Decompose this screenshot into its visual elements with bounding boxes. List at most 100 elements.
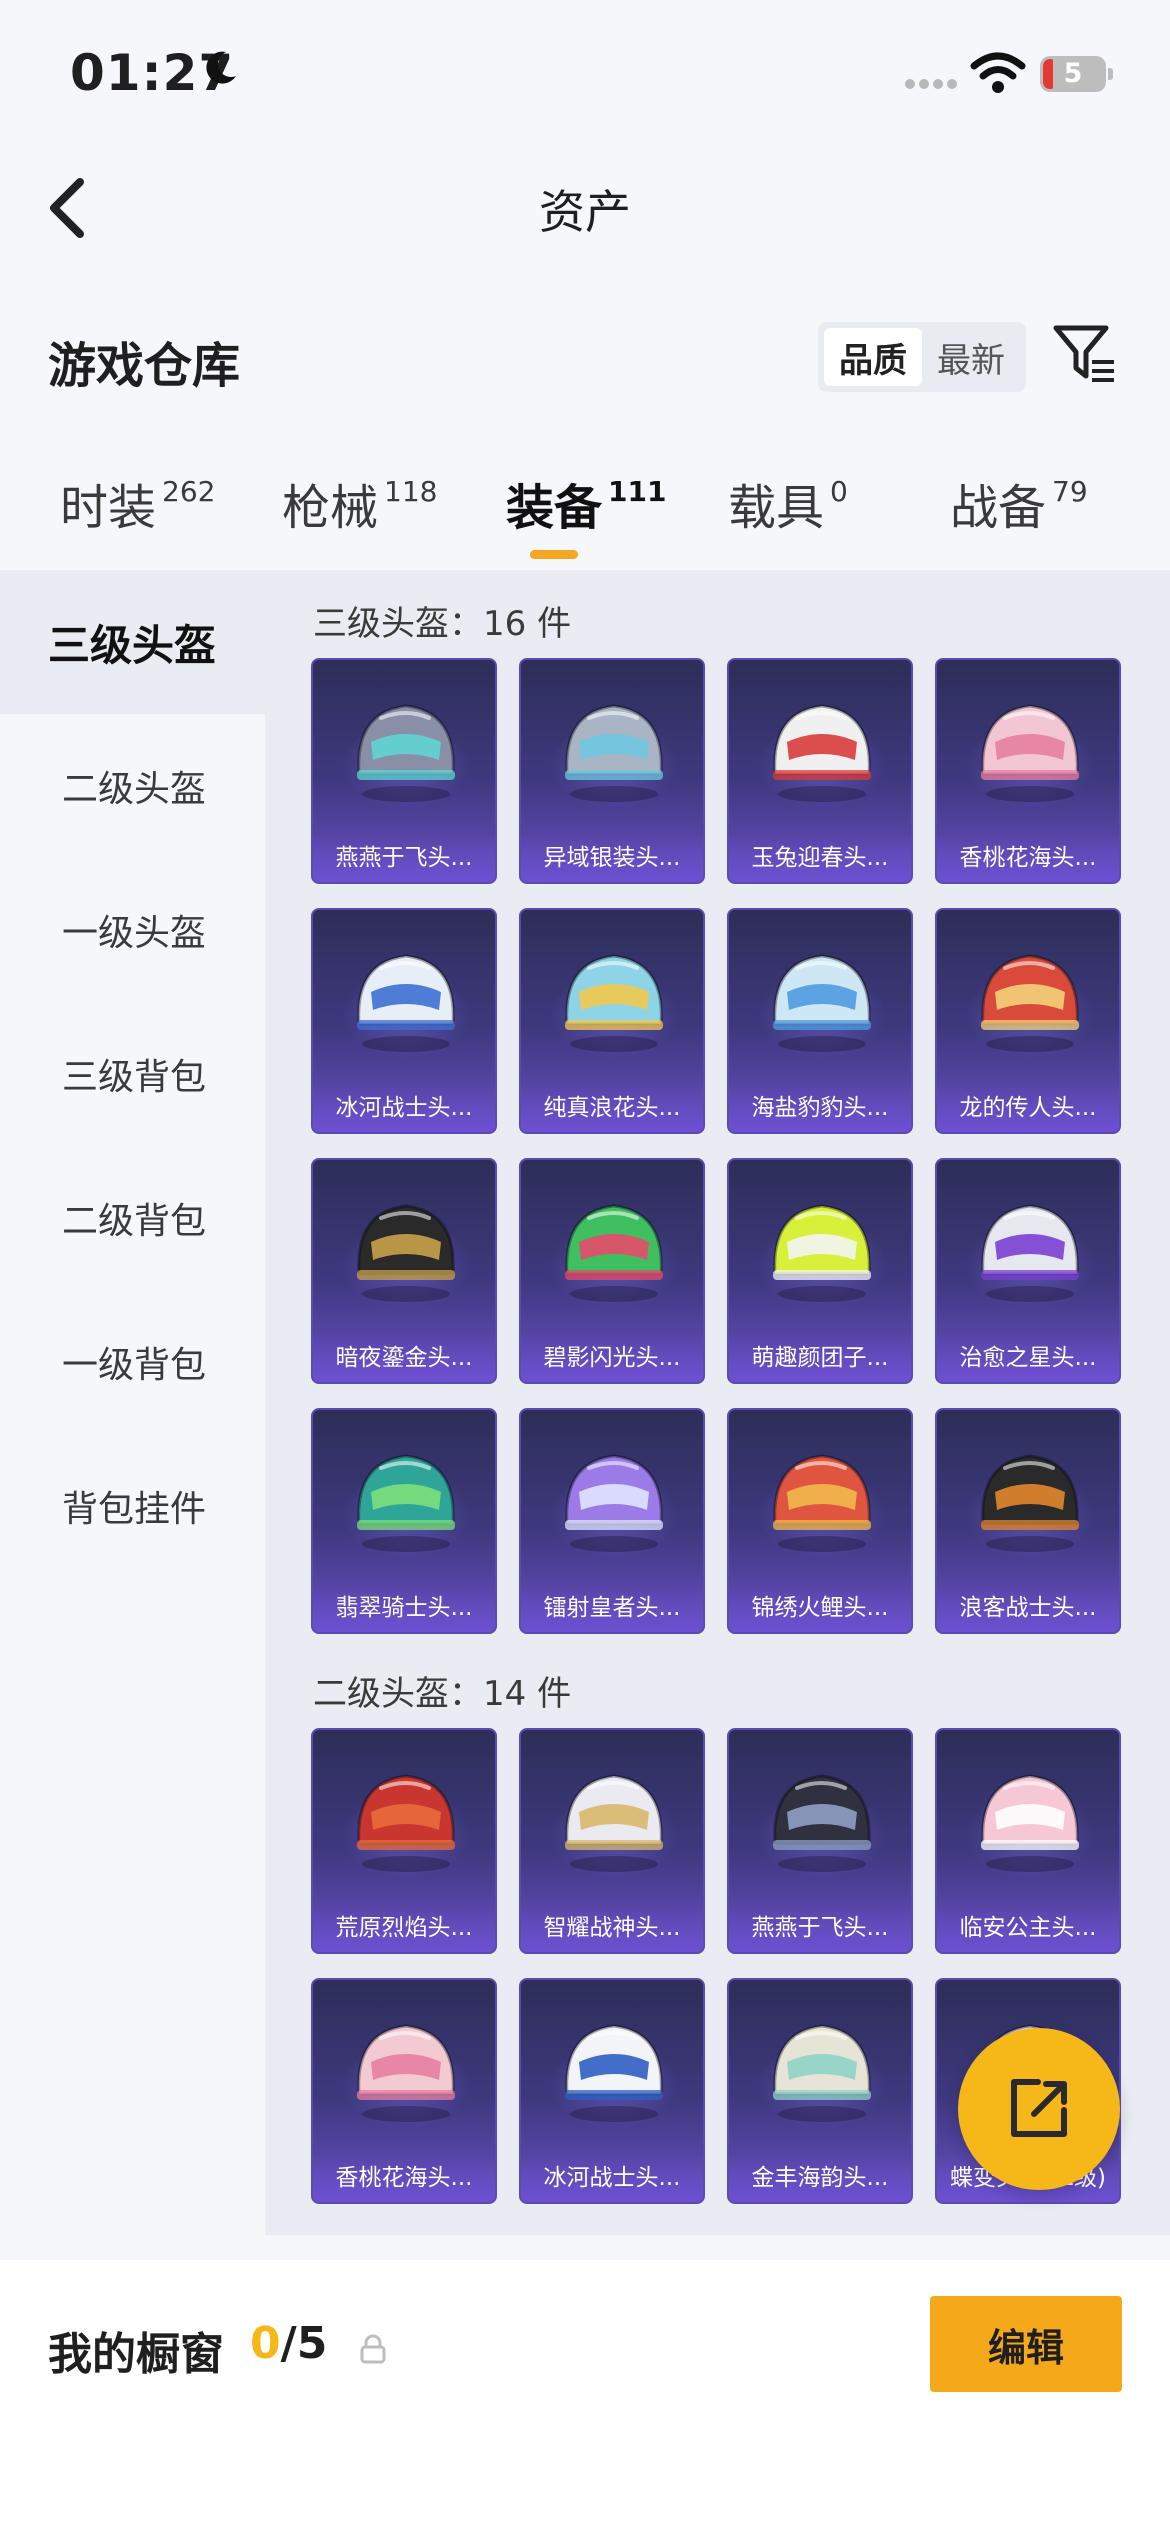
sidebar-item-level1-helmet[interactable]: 一级头盔 — [0, 858, 265, 1002]
sort-toggle: 品质 最新 — [818, 322, 1026, 392]
sidebar: 三级头盔 二级头盔 一级头盔 三级背包 二级背包 一级背包 背包挂件 — [0, 570, 265, 2235]
item-name: 龙的传人头... — [937, 1084, 1119, 1132]
helmet-icon — [357, 954, 455, 1052]
item-name: 镭射皇者头... — [521, 1584, 703, 1632]
item-card[interactable]: 冰河战士头... — [519, 1978, 705, 2204]
item-card[interactable]: 金丰海韵头... — [727, 1978, 913, 2204]
helmet-icon — [565, 704, 663, 802]
item-name: 燕燕于飞头... — [313, 834, 495, 882]
item-name: 治愈之星头... — [937, 1334, 1119, 1382]
helmet-icon — [357, 1454, 455, 1552]
item-name: 荒原烈焰头... — [313, 1904, 495, 1952]
item-card[interactable]: 龙的传人头... — [935, 908, 1121, 1134]
sidebar-item-level2-helmet[interactable]: 二级头盔 — [0, 714, 265, 858]
sort-newest-option[interactable]: 最新 — [922, 328, 1020, 386]
showcase-count: 0/5 — [250, 2318, 328, 2369]
item-card[interactable]: 治愈之星头... — [935, 1158, 1121, 1384]
item-name: 异域银装头... — [521, 834, 703, 882]
moon-icon — [206, 51, 236, 84]
tab-equipment[interactable]: 装备 111 — [506, 468, 666, 538]
sidebar-item-level1-backpack[interactable]: 一级背包 — [0, 1290, 265, 1434]
item-card[interactable]: 暗夜鎏金头... — [311, 1158, 497, 1384]
item-card[interactable]: 智耀战神头... — [519, 1728, 705, 1954]
item-card[interactable]: 临安公主头... — [935, 1728, 1121, 1954]
helmet-icon — [773, 1454, 871, 1552]
item-name: 智耀战神头... — [521, 1904, 703, 1952]
item-card[interactable]: 燕燕于飞头... — [727, 1728, 913, 1954]
helmet-icon — [357, 1204, 455, 1302]
tab-count: 0 — [830, 475, 848, 508]
helmet-icon — [981, 1454, 1079, 1552]
edit-button[interactable]: 编辑 — [930, 2296, 1122, 2392]
tab-count: 79 — [1052, 475, 1088, 508]
item-card[interactable]: 异域银装头... — [519, 658, 705, 884]
warehouse-heading: 游戏仓库 — [48, 338, 241, 394]
item-name: 金丰海韵头... — [729, 2154, 911, 2202]
item-name: 玉兔迎春头... — [729, 834, 911, 882]
filter-icon[interactable] — [1052, 322, 1118, 386]
item-card[interactable]: 纯真浪花头... — [519, 908, 705, 1134]
item-name: 翡翠骑士头... — [313, 1584, 495, 1632]
helmet-icon — [357, 2024, 455, 2122]
item-card[interactable]: 香桃花海头... — [311, 1978, 497, 2204]
battery-indicator: 5 — [1040, 56, 1113, 92]
content-area: 三级头盔 二级头盔 一级头盔 三级背包 二级背包 一级背包 背包挂件 三级头盔：… — [0, 570, 1170, 2235]
helmet-icon — [565, 2024, 663, 2122]
helmet-icon — [565, 1454, 663, 1552]
item-grid-panel: 三级头盔：16 件 燕燕于飞头... 异域银装头... 玉兔迎春头... 香桃花海头.… — [265, 570, 1170, 2235]
item-name: 香桃花海头... — [937, 834, 1119, 882]
tab-vehicles[interactable]: 载具 0 — [728, 468, 848, 538]
helmet-icon — [357, 704, 455, 802]
sidebar-item-level3-backpack[interactable]: 三级背包 — [0, 1002, 265, 1146]
helmet-icon — [981, 704, 1079, 802]
helmet-icon — [773, 2024, 871, 2122]
item-name: 燕燕于飞头... — [729, 1904, 911, 1952]
sidebar-item-backpack-charm[interactable]: 背包挂件 — [0, 1434, 265, 1578]
sidebar-item-level3-helmet[interactable]: 三级头盔 — [0, 570, 265, 714]
wifi-icon — [970, 52, 1026, 93]
item-name: 冰河战士头... — [521, 2154, 703, 2202]
item-card[interactable]: 荒原烈焰头... — [311, 1728, 497, 1954]
item-name: 萌趣颜团子... — [729, 1334, 911, 1382]
item-name: 浪客战士头... — [937, 1584, 1119, 1632]
item-name: 冰河战士头... — [313, 1084, 495, 1132]
page-title: 资产 — [539, 185, 631, 239]
tab-fashion[interactable]: 时装 262 — [60, 468, 215, 538]
cellular-signal-icon — [905, 79, 957, 89]
item-name: 香桃花海头... — [313, 2154, 495, 2202]
helmet-icon — [565, 954, 663, 1052]
item-name: 暗夜鎏金头... — [313, 1334, 495, 1382]
showcase-bar: 我的橱窗 0/5 编辑 — [0, 2260, 1170, 2532]
item-card[interactable]: 香桃花海头... — [935, 658, 1121, 884]
tab-supplies[interactable]: 战备 79 — [950, 468, 1088, 538]
sidebar-item-level2-backpack[interactable]: 二级背包 — [0, 1146, 265, 1290]
helmet-icon — [981, 1204, 1079, 1302]
share-icon — [1011, 2079, 1067, 2137]
helmet-icon — [773, 704, 871, 802]
item-card[interactable]: 碧影闪光头... — [519, 1158, 705, 1384]
item-name: 临安公主头... — [937, 1904, 1119, 1952]
helmet-icon — [773, 1204, 871, 1302]
helmet-icon — [773, 1774, 871, 1872]
sort-quality-option[interactable]: 品质 — [824, 328, 922, 386]
item-card[interactable]: 冰河战士头... — [311, 908, 497, 1134]
item-card[interactable]: 玉兔迎春头... — [727, 658, 913, 884]
tab-count: 262 — [162, 475, 216, 508]
item-card[interactable]: 海盐豹豹头... — [727, 908, 913, 1134]
helmet-icon — [981, 954, 1079, 1052]
section-title-level3-helmet: 三级头盔：16 件 — [313, 604, 572, 644]
item-card[interactable]: 浪客战士头... — [935, 1408, 1121, 1634]
helmet-icon — [773, 954, 871, 1052]
tab-weapons[interactable]: 枪械 118 — [282, 468, 437, 538]
item-card[interactable]: 锦绣火鲤头... — [727, 1408, 913, 1634]
share-button[interactable] — [958, 2028, 1120, 2190]
helmet-icon — [357, 1774, 455, 1872]
item-card[interactable]: 翡翠骑士头... — [311, 1408, 497, 1634]
item-card[interactable]: 萌趣颜团子... — [727, 1158, 913, 1384]
item-card[interactable]: 镭射皇者头... — [519, 1408, 705, 1634]
status-bar: 01:27 5 — [0, 0, 1170, 140]
item-card[interactable]: 燕燕于飞头... — [311, 658, 497, 884]
tab-count: 111 — [608, 475, 667, 508]
showcase-label: 我的橱窗 — [48, 2329, 224, 2380]
active-tab-indicator — [530, 550, 578, 559]
